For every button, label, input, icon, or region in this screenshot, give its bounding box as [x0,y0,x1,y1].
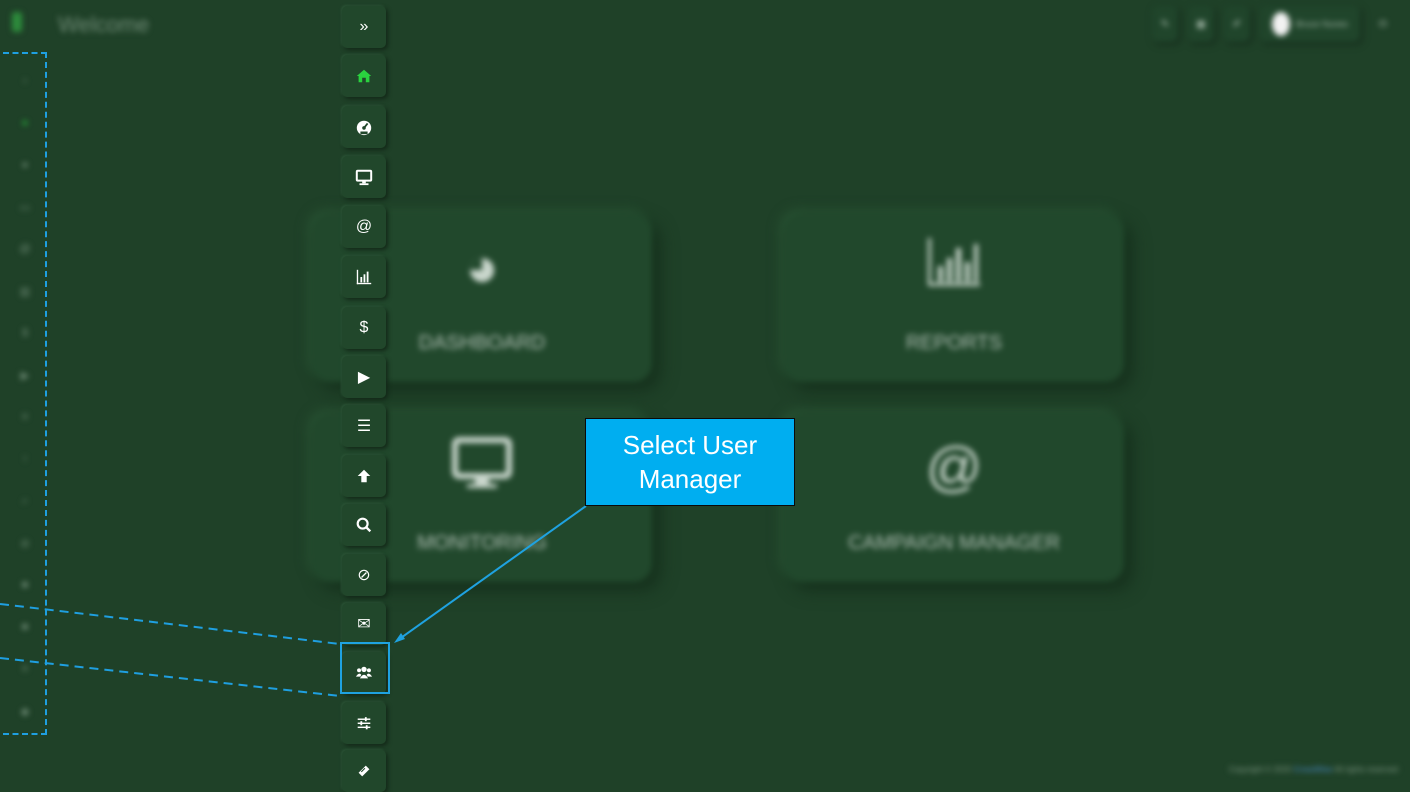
instruction-callout: Select User Manager [585,418,795,506]
callout-arrowhead [394,633,405,643]
annotation-lines [0,505,587,697]
zoom-line-top [0,603,341,645]
zoom-line-bottom [0,657,341,697]
callout-arrow [397,505,587,641]
